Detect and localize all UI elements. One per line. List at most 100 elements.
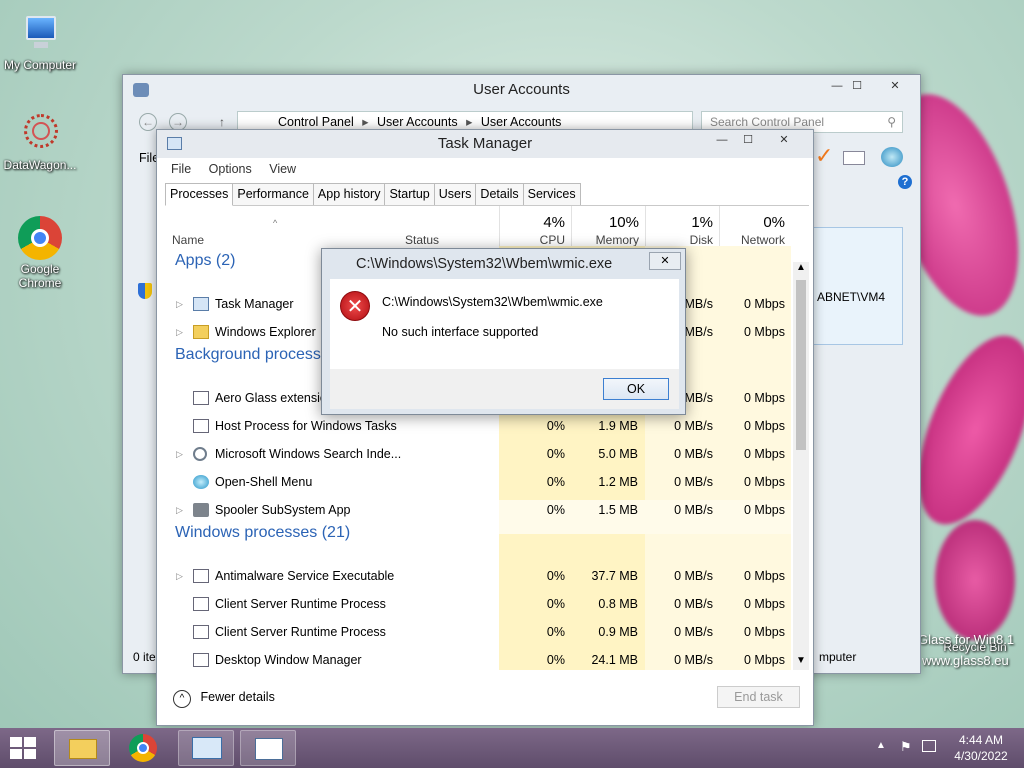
dialog-footer: OK	[330, 369, 679, 409]
toolbar-globe-icon[interactable]	[881, 147, 903, 167]
taskbar-task-manager[interactable]	[240, 730, 296, 766]
control-panel-icon	[192, 737, 222, 759]
action-center-flag-icon[interactable]: ⚑	[900, 739, 912, 755]
desktop-icon-label: DataWagon...	[3, 158, 77, 172]
tab-details[interactable]: Details	[475, 183, 524, 205]
close-button[interactable]: ✕	[880, 76, 910, 94]
toolbar-card-icon[interactable]	[843, 151, 865, 165]
expand-chevron-icon[interactable]: ▷	[176, 318, 183, 346]
tray-overflow-icon[interactable]: ▲	[876, 740, 886, 751]
network-icon[interactable]	[922, 740, 936, 752]
breadcrumb-separator: ▸	[362, 115, 369, 129]
scroll-down-icon[interactable]: ▼	[796, 655, 806, 666]
taskbar-chrome[interactable]	[116, 730, 172, 766]
close-button[interactable]: ✕	[769, 131, 799, 149]
end-task-button[interactable]: End task	[717, 686, 800, 708]
taskbar-file-explorer[interactable]	[54, 730, 110, 766]
up-button[interactable]: ↑	[219, 115, 225, 129]
column-header-disk[interactable]: 1% Disk	[645, 206, 719, 247]
process-network: 0 Mbps	[744, 503, 785, 517]
help-icon[interactable]: ?	[898, 175, 912, 189]
table-row[interactable]: Client Server Runtime Process 0% 0.9 MB …	[165, 618, 797, 646]
column-header-name[interactable]: ^ Name	[165, 206, 395, 247]
start-button[interactable]	[10, 737, 36, 759]
group-header-apps[interactable]: Apps (2)	[175, 252, 235, 270]
process-cpu: 0%	[546, 503, 565, 517]
process-cpu: 0%	[546, 625, 565, 639]
table-row[interactable]: Open-Shell Menu 0% 1.2 MB 0 MB/s 0 Mbps	[165, 468, 797, 496]
tab-startup[interactable]: Startup	[384, 183, 435, 205]
process-memory: 37.7 MB	[591, 569, 638, 583]
search-service-icon	[193, 447, 207, 461]
process-disk: 0 MB/s	[674, 447, 713, 461]
task-manager-titlebar[interactable]: Task Manager — ☐ ✕	[157, 130, 813, 158]
user-accounts-titlebar[interactable]: User Accounts — ☐ ✕	[123, 75, 920, 105]
scrollbar[interactable]: ▲ ▼	[793, 262, 809, 670]
cpu-total: 4%	[543, 214, 565, 231]
tab-app-history[interactable]: App history	[312, 183, 386, 205]
table-row[interactable]: ▷ Microsoft Windows Search Inde... 0% 5.…	[165, 440, 797, 468]
table-row[interactable]: Desktop Window Manager 0% 24.1 MB 0 MB/s…	[165, 646, 797, 670]
account-panel	[803, 227, 903, 345]
file-explorer-icon	[69, 739, 97, 759]
menu-options[interactable]: Options	[209, 162, 252, 176]
table-row[interactable]: ▷ Antimalware Service Executable 0% 37.7…	[165, 562, 797, 590]
column-header-cpu[interactable]: 4% CPU	[499, 206, 571, 247]
windows-logo-icon	[10, 737, 36, 759]
clock[interactable]: 4:44 AM 4/30/2022	[946, 732, 1016, 764]
back-button[interactable]: ←	[139, 113, 157, 131]
taskbar-control-panel[interactable]	[178, 730, 234, 766]
table-row[interactable]: Host Process for Windows Tasks 0% 1.9 MB…	[165, 412, 797, 440]
desktop-icon-my-computer[interactable]: My Computer	[0, 12, 80, 72]
maximize-button[interactable]: ☐	[842, 76, 872, 94]
error-dialog[interactable]: C:\Windows\System32\Wbem\wmic.exe ✕ ✕ C:…	[321, 248, 686, 415]
app-window-icon	[193, 419, 209, 433]
ok-button[interactable]: OK	[603, 378, 669, 400]
app-window-icon	[193, 653, 209, 667]
desktop-icon-datawagon[interactable]: DataWagon...	[0, 112, 80, 172]
column-header-status[interactable]: Status	[395, 206, 505, 247]
tab-users[interactable]: Users	[433, 183, 477, 205]
group-header-background[interactable]: Background processes	[175, 346, 338, 364]
menu-view[interactable]: View	[269, 162, 296, 176]
scroll-up-icon[interactable]: ▲	[796, 262, 806, 273]
chrome-icon	[18, 216, 62, 260]
clock-time: 4:44 AM	[958, 733, 1004, 747]
column-header-memory[interactable]: 10% Memory	[571, 206, 645, 247]
column-label: Network	[740, 233, 785, 247]
column-label: CPU	[539, 233, 565, 247]
menu-file[interactable]: File	[171, 162, 191, 176]
maximize-button[interactable]: ☐	[733, 131, 763, 149]
process-cpu: 0%	[546, 597, 565, 611]
breadcrumb-item[interactable]: Control Panel	[278, 115, 354, 129]
tab-processes[interactable]: Processes	[165, 183, 234, 206]
close-button[interactable]: ✕	[649, 252, 681, 270]
expand-chevron-icon[interactable]: ▷	[176, 496, 183, 524]
expand-chevron-icon[interactable]: ▷	[176, 440, 183, 468]
process-memory: 0.9 MB	[598, 625, 638, 639]
column-header-network[interactable]: 0% Network	[719, 206, 791, 247]
process-disk: 0 MB/s	[674, 503, 713, 517]
process-network: 0 Mbps	[744, 475, 785, 489]
breadcrumb-item[interactable]: User Accounts	[481, 115, 562, 129]
expand-chevron-icon[interactable]: ▷	[176, 290, 183, 318]
table-row[interactable]: ▷ Spooler SubSystem App 0% 1.5 MB 0 MB/s…	[165, 496, 797, 524]
user-accounts-icon	[133, 83, 149, 97]
scrollbar-thumb[interactable]	[796, 280, 806, 450]
tab-services[interactable]: Services	[522, 183, 581, 205]
tab-performance[interactable]: Performance	[232, 183, 314, 205]
process-network: 0 Mbps	[744, 297, 785, 311]
desktop-icon-chrome[interactable]: Google Chrome	[0, 216, 80, 290]
dialog-titlebar[interactable]: C:\Windows\System32\Wbem\wmic.exe ✕	[322, 249, 685, 279]
fewer-details-button[interactable]: ^ Fewer details	[173, 687, 275, 708]
toolbar-check-icon[interactable]: ✓	[815, 143, 833, 169]
expand-chevron-icon[interactable]: ▷	[176, 562, 183, 590]
breadcrumb-item[interactable]: User Accounts	[377, 115, 458, 129]
task-manager-window[interactable]: Task Manager — ☐ ✕ File Options View Pro…	[156, 129, 814, 726]
process-network: 0 Mbps	[744, 653, 785, 667]
table-row[interactable]: Client Server Runtime Process 0% 0.8 MB …	[165, 590, 797, 618]
group-header-windows[interactable]: Windows processes (21)	[175, 524, 350, 542]
process-name: Antimalware Service Executable	[215, 569, 395, 583]
desktop-icon-label: Google Chrome	[18, 262, 62, 290]
process-network: 0 Mbps	[744, 447, 785, 461]
